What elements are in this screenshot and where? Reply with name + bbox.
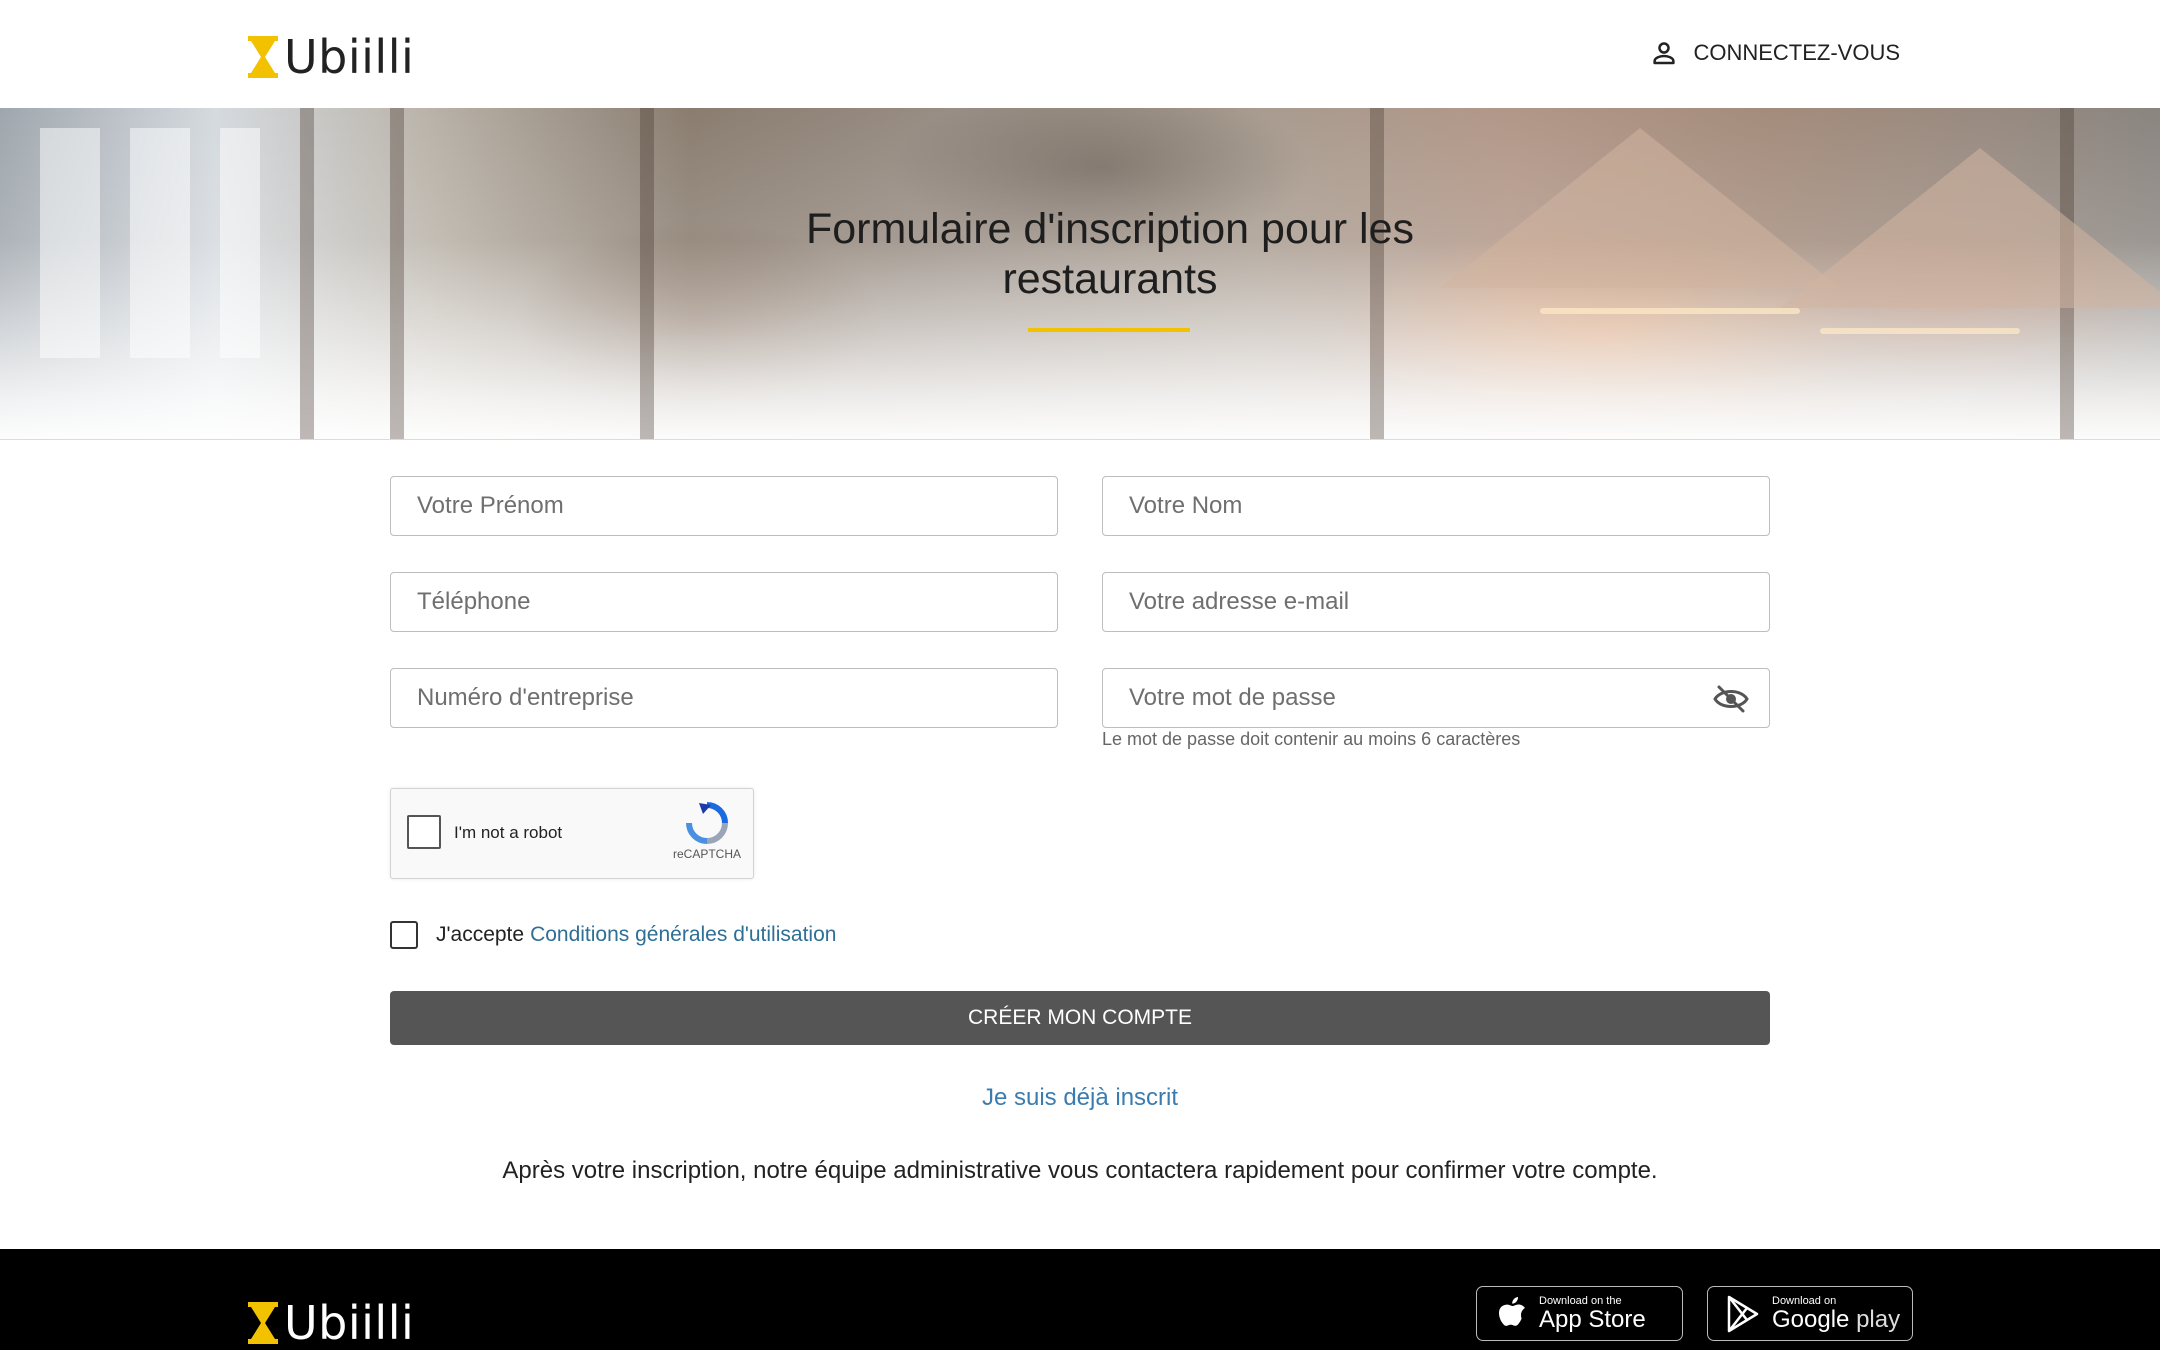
app-store-small: Download on the xyxy=(1539,1294,1622,1307)
phone-field xyxy=(390,572,1058,632)
confirmation-info-text: Après votre inscription, notre équipe ad… xyxy=(502,1157,1658,1184)
terms-prefix: J'accepte xyxy=(436,923,525,946)
login-link[interactable]: CONNECTEZ-VOUS xyxy=(1649,38,1900,68)
app-store-badge[interactable]: Download on the App Store xyxy=(1476,1286,1683,1341)
google-play-big-play: play xyxy=(1856,1305,1901,1333)
google-play-big-google: Google xyxy=(1772,1305,1850,1333)
email-input[interactable] xyxy=(1103,573,1769,631)
company-number-field xyxy=(390,668,1058,728)
company-number-input[interactable] xyxy=(391,669,1057,727)
create-account-button[interactable]: CRÉER MON COMPTE xyxy=(390,991,1770,1045)
google-play-big: Google play xyxy=(1772,1305,1901,1333)
page-title-line1: Formulaire d'inscription pour les xyxy=(805,205,1415,253)
footer-logo[interactable]: Ubiilli xyxy=(248,1296,414,1350)
hourglass-logo-icon xyxy=(248,1302,278,1344)
hero-bg-light xyxy=(1820,328,2020,334)
page-title-line2: restaurants xyxy=(1002,255,1218,303)
app-store-big: App Store xyxy=(1539,1305,1646,1333)
recaptcha-logo-icon xyxy=(686,802,728,844)
site-footer: Ubiilli Download on the App Store Downlo… xyxy=(0,1249,2160,1350)
terms-link[interactable]: Conditions générales d'utilisation xyxy=(530,923,836,947)
site-header: Ubiilli CONNECTEZ-VOUS xyxy=(0,0,2160,108)
last-name-input[interactable] xyxy=(1103,477,1769,535)
terms-checkbox[interactable] xyxy=(390,921,418,949)
title-underline xyxy=(1028,328,1190,332)
terms-row: J'accepte Conditions générales d'utilisa… xyxy=(390,921,836,949)
hourglass-logo-icon xyxy=(248,36,278,78)
hero-banner: Formulaire d'inscription pour les restau… xyxy=(0,108,2160,440)
header-logo[interactable]: Ubiilli xyxy=(248,30,414,84)
google-play-badge[interactable]: Download on Google play xyxy=(1707,1286,1913,1341)
recaptcha-brand: reCAPTCHA xyxy=(673,847,742,861)
email-field xyxy=(1102,572,1770,632)
password-field xyxy=(1102,668,1770,728)
eye-off-icon[interactable] xyxy=(1713,683,1749,715)
brand-name: Ubiilli xyxy=(284,30,415,84)
hero-bg-light xyxy=(1540,308,1800,314)
recaptcha-widget: I'm not a robot reCAPTCHA xyxy=(390,788,754,879)
already-registered-link[interactable]: Je suis déjà inscrit xyxy=(390,1084,1770,1112)
first-name-input[interactable] xyxy=(391,477,1057,535)
password-input[interactable] xyxy=(1103,669,1769,727)
apple-icon xyxy=(1499,1296,1525,1326)
recaptcha-label: I'm not a robot xyxy=(454,823,563,842)
hero-divider xyxy=(0,439,2160,440)
last-name-field xyxy=(1102,476,1770,536)
recaptcha-checkbox[interactable] xyxy=(407,815,441,849)
password-hint: Le mot de passe doit contenir au moins 6… xyxy=(1102,729,1521,749)
page-title: Formulaire d'inscription pour les restau… xyxy=(0,204,2160,304)
phone-input[interactable] xyxy=(391,573,1057,631)
google-play-icon xyxy=(1727,1295,1759,1332)
footer-brand-name: Ubiilli xyxy=(284,1296,415,1350)
first-name-field xyxy=(390,476,1058,536)
person-icon xyxy=(1653,42,1676,65)
login-label: CONNECTEZ-VOUS xyxy=(1693,40,1900,65)
